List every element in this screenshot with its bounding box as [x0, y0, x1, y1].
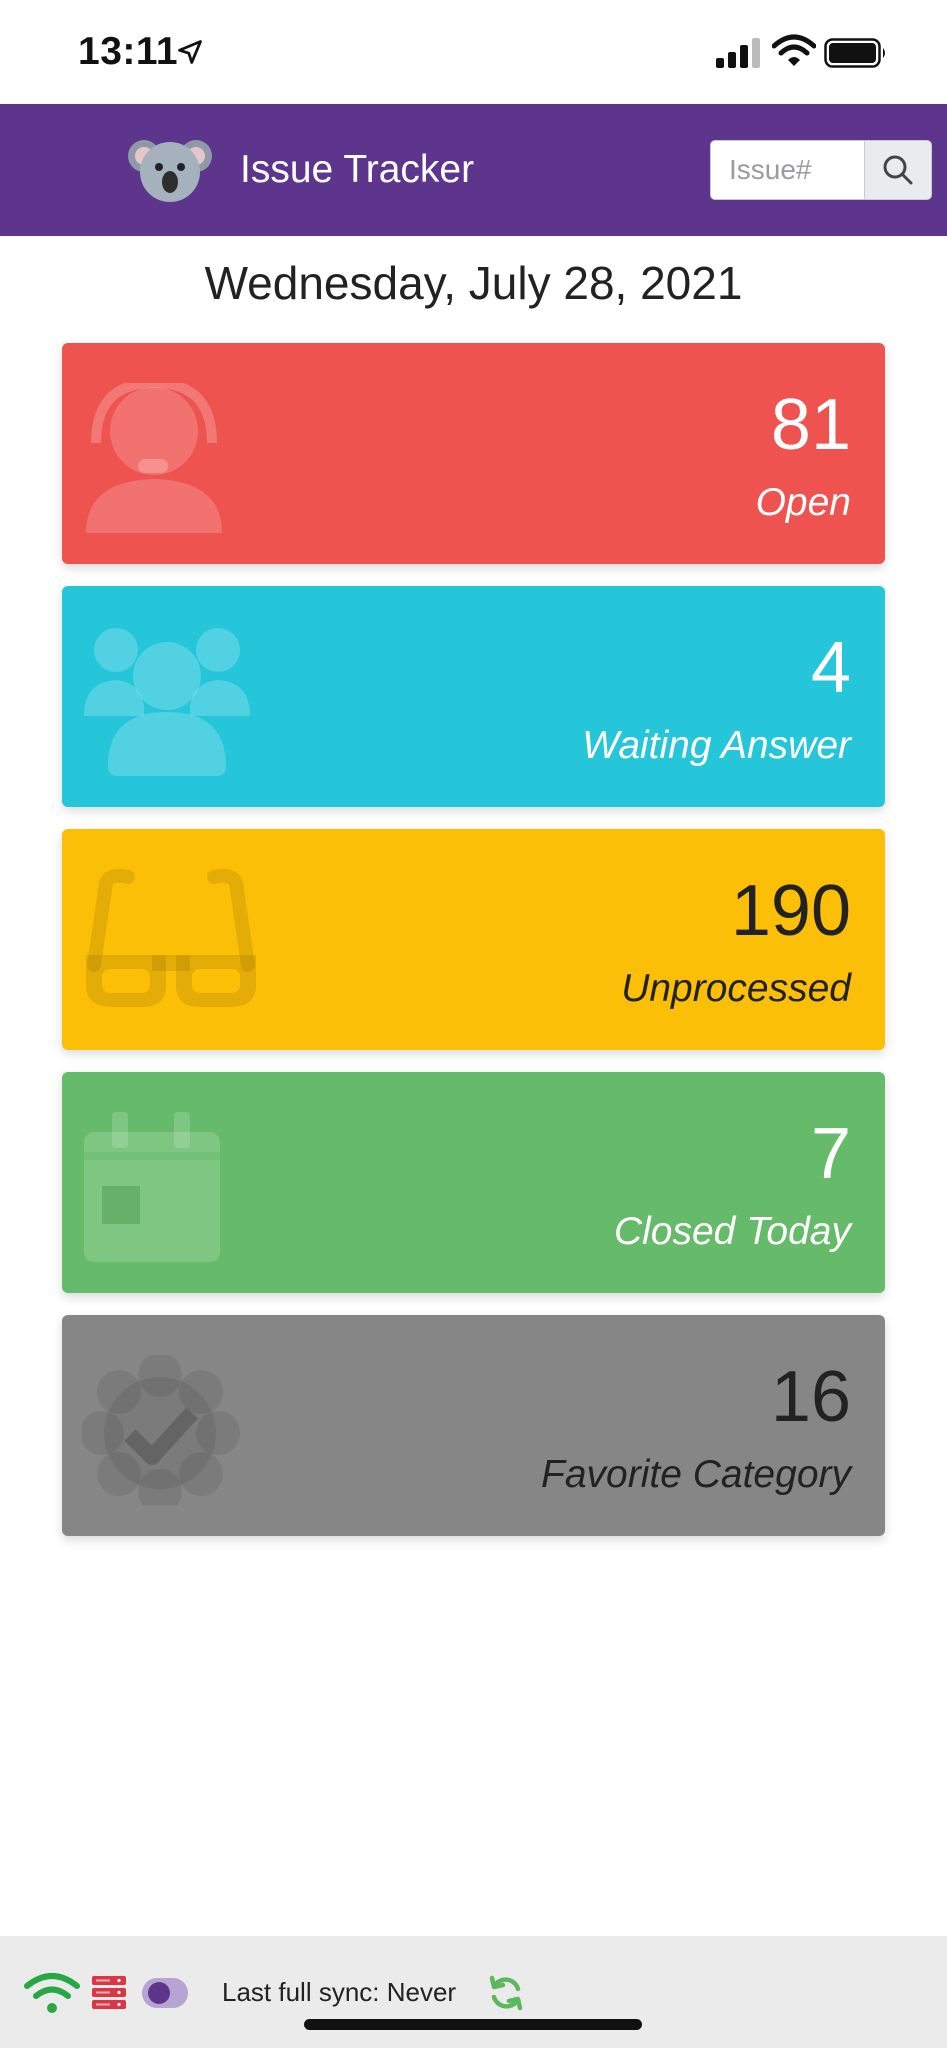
card-favorite-category[interactable]: 16 Favorite Category — [62, 1315, 885, 1536]
location-arrow-icon — [178, 40, 202, 64]
page-date: Wednesday, July 28, 2021 — [204, 257, 743, 309]
server-icon — [92, 1976, 126, 2009]
issue-number-input[interactable] — [710, 140, 864, 200]
card-waiting-answer[interactable]: 4 Waiting Answer — [62, 586, 885, 807]
wifi-icon — [772, 34, 816, 66]
card-label: Closed Today — [613, 1210, 851, 1253]
card-count: 7 — [810, 1114, 851, 1194]
card-label: Unprocessed — [621, 967, 851, 1010]
card-count: 190 — [730, 871, 851, 951]
users-group-icon — [84, 628, 250, 776]
card-label: Open — [755, 481, 851, 524]
card-open[interactable]: 81 Open — [62, 343, 885, 564]
status-bar: 13:11 — [0, 0, 947, 104]
card-count: 81 — [770, 385, 851, 465]
koala-icon — [128, 140, 212, 202]
card-count: 4 — [810, 628, 851, 708]
home-indicator — [304, 2019, 642, 2030]
certificate-check-icon — [82, 1355, 240, 1505]
card-closed-today[interactable]: 7 Closed Today — [62, 1072, 885, 1293]
toggle-knob — [148, 1982, 170, 2004]
status-time: 13:11 — [78, 30, 179, 73]
card-label: Waiting Answer — [582, 724, 851, 767]
calendar-day-icon — [84, 1112, 220, 1262]
glasses-icon — [86, 869, 256, 1007]
sync-status-text: Last full sync: Never — [222, 1977, 457, 2007]
card-unprocessed[interactable]: 190 Unprocessed — [62, 829, 885, 1050]
battery-icon — [824, 38, 885, 68]
search-button[interactable] — [864, 140, 932, 200]
support-agent-icon — [86, 383, 222, 533]
card-count: 16 — [770, 1357, 851, 1437]
app-title: Issue Tracker — [240, 148, 475, 191]
wifi-status-icon — [24, 1973, 80, 2013]
cellular-signal-icon — [716, 38, 760, 68]
card-label: Favorite Category — [541, 1453, 851, 1496]
toggle-switch[interactable] — [142, 1978, 188, 2008]
sync-icon[interactable] — [488, 1975, 524, 2011]
search-icon — [883, 155, 913, 185]
